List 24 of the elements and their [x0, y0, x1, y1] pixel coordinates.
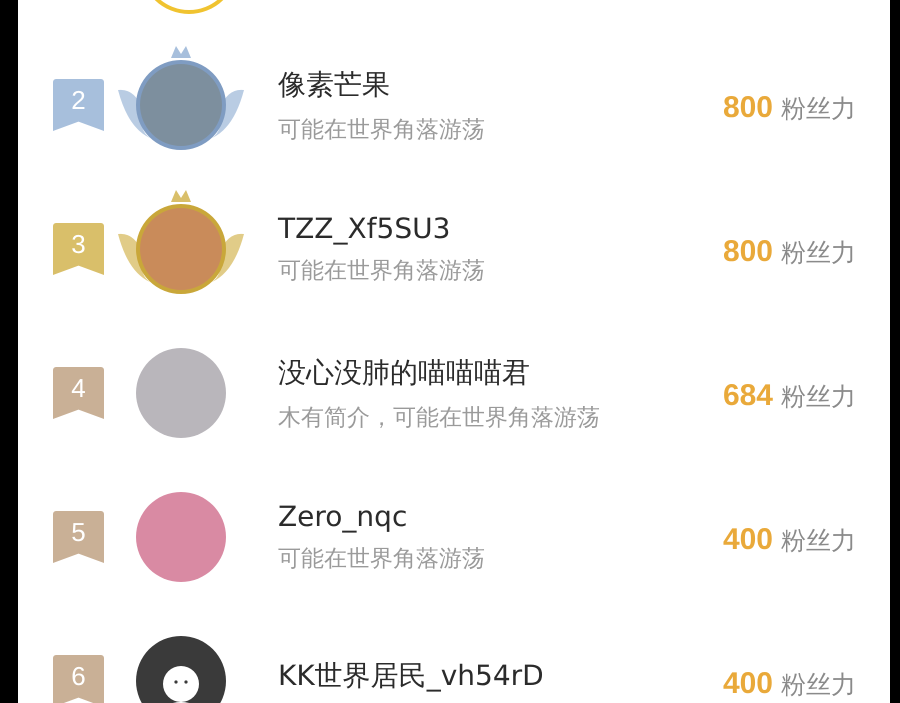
fan-power-score: 800: [722, 91, 773, 125]
user-bio: 可能在世界角落游荡: [278, 545, 486, 574]
user-name[interactable]: 没心没肺的喵喵喵君: [278, 354, 723, 392]
fan-power-label: 粉丝力: [781, 237, 856, 269]
fan-power-label: 粉丝力: [781, 525, 856, 557]
fan-power-score: 400: [722, 667, 773, 701]
rank-badge: 3: [53, 223, 104, 275]
user-bio: 可能在世界角落游荡: [278, 116, 486, 144]
user-bio: 木有简介，可能在世界角落游荡: [278, 404, 601, 432]
fan-power-score: 400: [722, 523, 773, 557]
fan-power-label: 粉丝力: [781, 93, 856, 125]
user-name[interactable]: 像素芒果: [278, 66, 723, 104]
rank-badge: 4: [53, 367, 104, 419]
user-name[interactable]: KK世界居民_vh54rD: [278, 657, 723, 695]
user-bio: 可能在世界角落游荡: [278, 257, 486, 286]
rank-badge: 2: [53, 79, 104, 131]
user-name[interactable]: TZZ_Xf5SU3: [278, 212, 723, 245]
user-name[interactable]: Zero_nqc: [278, 500, 723, 533]
fan-power-label: 粉丝力: [781, 381, 856, 413]
fan-power-score: 684: [722, 379, 773, 413]
fan-power-label: 粉丝力: [781, 669, 856, 701]
rank-badge: 5: [53, 511, 104, 563]
rank-badge: 6: [53, 655, 104, 703]
fan-power-score: 800: [722, 235, 773, 269]
